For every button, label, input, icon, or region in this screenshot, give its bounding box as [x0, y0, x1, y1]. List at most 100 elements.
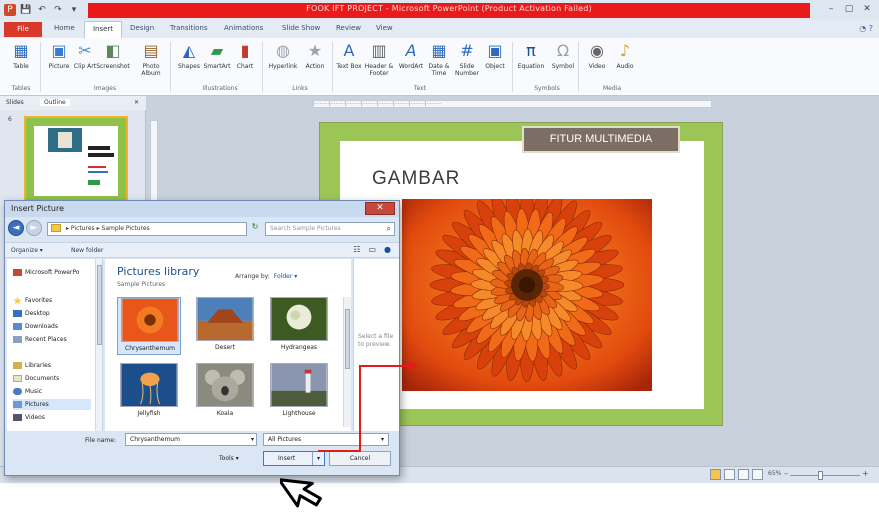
customize-qat-icon[interactable]: ▾ — [68, 4, 80, 16]
equation-button[interactable]: π Equation — [514, 41, 548, 83]
help-icon[interactable]: ● — [384, 245, 391, 254]
header-footer-button[interactable]: ▥ Header & Footer — [362, 41, 396, 83]
file-tile-koala[interactable]: Koala — [193, 363, 257, 421]
nav-item-favorites[interactable]: Favorites — [13, 295, 52, 306]
file-list-scroll-thumb[interactable] — [345, 309, 350, 369]
preview-message: Select a file to preview. — [358, 333, 394, 348]
zoom-slider-knob[interactable] — [818, 471, 823, 480]
file-list-scrollbar[interactable] — [343, 297, 351, 427]
action-button[interactable]: ★ Action — [298, 41, 332, 83]
maximize-button[interactable]: ▢ — [841, 2, 857, 16]
refresh-icon[interactable]: ↻ — [249, 222, 261, 236]
nav-item-recent-places[interactable]: Recent Places — [13, 334, 67, 345]
slide-sorter-button[interactable] — [724, 469, 735, 480]
redo-icon[interactable]: ↷ — [52, 4, 64, 16]
powerpoint-icon — [13, 269, 22, 276]
tab-outline[interactable]: Outline — [40, 99, 70, 106]
nav-item-downloads[interactable]: Downloads — [13, 321, 58, 332]
table-button[interactable]: ▦ Table — [4, 41, 38, 83]
file-tile-desert[interactable]: Desert — [193, 297, 257, 355]
audio-button[interactable]: ♪ Audio — [608, 41, 642, 83]
nav-item-videos[interactable]: Videos — [13, 412, 45, 423]
nav-scrollbar[interactable] — [95, 259, 102, 431]
text-box-icon: A — [343, 41, 355, 60]
nav-item-libraries[interactable]: Libraries — [13, 360, 51, 371]
tools-menu[interactable]: Tools ▾ — [219, 455, 239, 462]
thumbnail-illustration — [48, 128, 114, 185]
undo-icon[interactable]: ↶ — [36, 4, 48, 16]
slideshow-view-button[interactable] — [752, 469, 763, 480]
quick-access-toolbar: P 💾 ↶ ↷ ▾ — [4, 3, 80, 17]
folder-icon — [51, 224, 61, 232]
arrange-by[interactable]: Arrange by: Folder ▾ — [235, 273, 297, 280]
nav-scroll-thumb[interactable] — [97, 265, 102, 345]
organize-menu[interactable]: Organize ▾ — [11, 247, 43, 254]
file-tile-jellyfish[interactable]: Jellyfish — [117, 363, 181, 421]
file-tile-chrysanthemum[interactable]: Chrysanthemum — [117, 297, 181, 355]
file-type-select[interactable]: All Pictures ▾ — [263, 433, 389, 446]
tab-view[interactable]: View — [376, 24, 393, 32]
slide-title-box[interactable]: FITUR MULTIMEDIA — [522, 126, 680, 153]
preview-pane-icon[interactable]: ▭ — [368, 245, 376, 254]
search-input[interactable]: Search Sample Pictures ⌕ — [265, 222, 395, 236]
chevron-down-icon[interactable]: ▾ — [381, 434, 384, 445]
horizontal-ruler: |·········|·········|·········|·········… — [312, 100, 712, 108]
hyperlink-button[interactable]: ◍ Hyperlink — [266, 41, 300, 83]
tab-animations[interactable]: Animations — [224, 24, 263, 32]
file-name-field[interactable]: Chrysanthemum ▾ — [125, 433, 257, 446]
zoom-level[interactable]: 65% — [768, 470, 781, 477]
nav-item-microsoft-powerpoint[interactable]: Microsoft PowerPo — [13, 267, 79, 278]
nav-item-music[interactable]: Music — [13, 386, 42, 397]
tab-insert[interactable]: Insert — [84, 21, 122, 38]
library-subtitle: Sample Pictures — [117, 281, 166, 288]
recent-places-icon — [13, 336, 22, 343]
symbol-button[interactable]: Ω Symbol — [546, 41, 580, 83]
equation-icon: π — [526, 41, 536, 60]
forward-button[interactable]: ► — [26, 220, 42, 236]
slide-thumbnail[interactable] — [24, 116, 128, 204]
chrysanthemum-picture[interactable] — [402, 199, 652, 391]
nav-item-documents[interactable]: Documents — [13, 373, 59, 384]
tab-transitions[interactable]: Transitions — [170, 24, 208, 32]
tab-slides[interactable]: Slides — [6, 99, 24, 106]
zoom-in-button[interactable]: + — [862, 469, 869, 478]
close-window-button[interactable]: ✕ — [859, 2, 875, 16]
help-icon[interactable]: ◔ ? — [859, 24, 873, 33]
videos-icon — [13, 414, 22, 421]
hydrangeas-thumbnail — [270, 297, 328, 341]
normal-view-button[interactable] — [710, 469, 721, 480]
insert-button[interactable]: Insert ▾ — [263, 451, 325, 466]
view-buttons — [710, 469, 763, 480]
dialog-title-bar: Insert Picture ✕ — [5, 201, 399, 217]
nav-item-desktop[interactable]: Desktop — [13, 308, 50, 319]
cancel-button[interactable]: Cancel — [329, 451, 391, 466]
new-folder-button[interactable]: New folder — [71, 247, 103, 254]
tab-home[interactable]: Home — [54, 24, 75, 32]
zoom-slider[interactable] — [790, 475, 860, 476]
text-box-button[interactable]: A Text Box — [332, 41, 366, 83]
dialog-close-button[interactable]: ✕ — [365, 202, 395, 215]
reading-view-button[interactable] — [738, 469, 749, 480]
file-tile-lighthouse[interactable]: Lighthouse — [267, 363, 331, 421]
minimize-button[interactable]: – — [823, 2, 839, 16]
insert-options-dropdown[interactable]: ▾ — [312, 452, 324, 465]
back-button[interactable]: ◄ — [8, 220, 24, 236]
tab-slide-show[interactable]: Slide Show — [282, 24, 320, 32]
tab-design[interactable]: Design — [130, 24, 154, 32]
zoom-out-button[interactable]: – — [784, 469, 788, 478]
save-icon[interactable]: 💾 — [20, 4, 32, 16]
slide-heading[interactable]: GAMBAR — [372, 168, 460, 190]
close-pane-icon[interactable]: ✕ — [134, 99, 139, 106]
arrange-by-value[interactable]: Folder ▾ — [274, 273, 297, 280]
chevron-down-icon[interactable]: ▾ — [251, 434, 254, 445]
tab-file[interactable]: File — [4, 22, 42, 37]
address-bar[interactable]: ▸ Pictures ▸ Sample Pictures — [47, 222, 247, 236]
file-tile-hydrangeas[interactable]: Hydrangeas — [267, 297, 331, 355]
change-view-icon[interactable]: ☷ — [353, 245, 360, 254]
screenshot-button[interactable]: ◧ Screenshot — [96, 41, 130, 83]
nav-item-pictures[interactable]: Pictures — [13, 399, 91, 410]
photo-album-button[interactable]: ▤ Photo Album — [134, 41, 168, 83]
chart-button[interactable]: ▮ Chart — [228, 41, 262, 83]
object-button[interactable]: ▣ Object — [478, 41, 512, 83]
tab-review[interactable]: Review — [336, 24, 361, 32]
